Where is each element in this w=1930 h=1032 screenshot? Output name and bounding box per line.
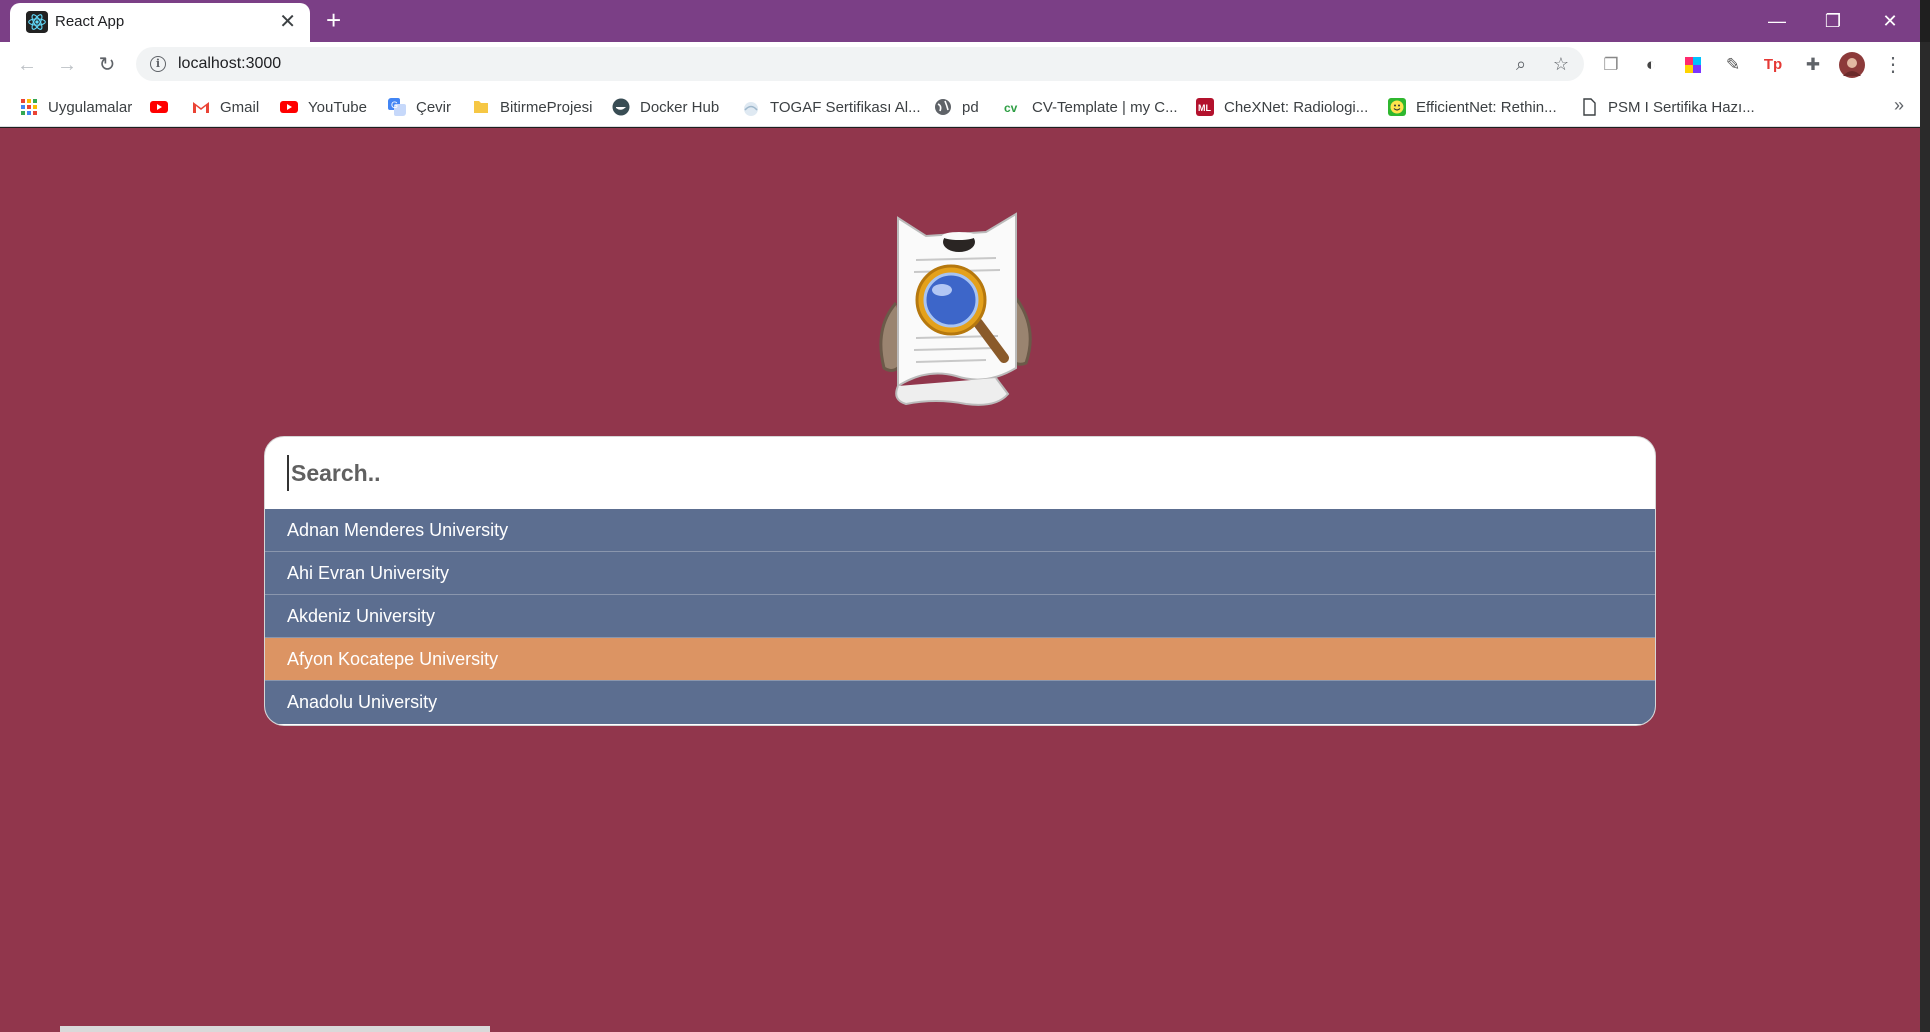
bookmark-star-icon[interactable]: ☆ xyxy=(1550,53,1572,75)
bookmark-label: EfficientNet: Rethin... xyxy=(1416,98,1557,116)
gmail-icon xyxy=(193,102,209,113)
bookmark-item[interactable]: EfficientNet: Rethin... xyxy=(1388,96,1557,118)
list-item[interactable]: Adnan Menderes University xyxy=(265,509,1655,552)
list-item-highlighted[interactable]: Afyon Kocatepe University xyxy=(265,638,1655,681)
bookmark-item[interactable]: YouTube xyxy=(280,96,367,118)
togaf-icon xyxy=(744,102,758,116)
results-list: Adnan Menderes University Ahi Evran Univ… xyxy=(265,509,1655,724)
window-edge xyxy=(1920,42,1930,1032)
bookmark-item[interactable]: Uygulamalar xyxy=(20,96,132,118)
tab-close-icon[interactable]: ✕ xyxy=(279,12,296,32)
bookmark-label: Uygulamalar xyxy=(48,98,133,116)
bookmark-item[interactable]: Gmail xyxy=(192,96,259,118)
minimize-button[interactable]: — xyxy=(1755,6,1799,36)
tab-title: React App xyxy=(55,13,125,30)
browser-title-bar: React App ✕ + — ❐ ✕ xyxy=(0,0,1920,42)
svg-text:ML: ML xyxy=(1198,103,1211,113)
svg-text:cv: cv xyxy=(1004,101,1018,115)
docker-icon xyxy=(612,98,630,116)
more-bookmarks-icon[interactable]: » xyxy=(1894,95,1904,116)
bookmark-label: TOGAF Sertifikası Al... xyxy=(770,98,921,116)
extension-color-icon[interactable] xyxy=(1680,52,1706,78)
extension-copy-icon[interactable]: ❐ xyxy=(1598,52,1624,78)
bookmark-label: BitirmeProjesi xyxy=(500,98,593,116)
bookmark-item[interactable]: TOGAF Sertifikası Al... xyxy=(742,96,921,118)
youtube-icon xyxy=(150,101,168,113)
bookmark-item[interactable]: pd xyxy=(934,96,979,118)
forward-icon[interactable]: → xyxy=(54,52,80,78)
reload-icon[interactable]: ↻ xyxy=(94,52,120,78)
bookmark-item[interactable]: Docker Hub xyxy=(612,96,719,118)
browser-tab[interactable]: React App ✕ xyxy=(10,3,310,42)
extension-tp-icon[interactable]: Tp xyxy=(1760,52,1786,78)
bookmark-item[interactable]: cv CV-Template | my C... xyxy=(1004,96,1178,118)
zoom-icon[interactable]: ⌕ xyxy=(1510,53,1532,75)
profile-avatar[interactable] xyxy=(1839,52,1865,78)
address-bar[interactable]: i localhost:3000 ⌕ ☆ xyxy=(136,47,1584,81)
list-item[interactable]: Akdeniz University xyxy=(265,595,1655,638)
site-info-icon[interactable]: i xyxy=(150,56,166,72)
translate-icon: G xyxy=(388,98,406,116)
bookmark-label: YouTube xyxy=(308,98,367,116)
browser-toolbar: ← → ↻ i localhost:3000 ⌕ ☆ ❐ ◐ ✎ Tp ✚ ⋮ xyxy=(0,42,1920,87)
new-tab-button[interactable]: + xyxy=(326,7,341,33)
search-input-container xyxy=(265,437,1655,509)
bookmark-item[interactable] xyxy=(150,96,178,118)
bookmark-item[interactable]: ML CheXNet: Radiologi... xyxy=(1196,96,1368,118)
url-text: localhost:3000 xyxy=(178,55,282,72)
bookmark-item[interactable]: BitirmeProjesi xyxy=(472,96,593,118)
search-document-mascot-icon xyxy=(879,212,1032,406)
bookmark-item[interactable]: PSM I Sertifika Hazı... xyxy=(1580,96,1755,118)
bookmark-label: CheXNet: Radiologi... xyxy=(1224,98,1369,116)
extension-circle-icon[interactable]: ◐ xyxy=(1638,52,1664,78)
cv-icon: cv xyxy=(1004,101,1018,115)
bookmark-label: CV-Template | my C... xyxy=(1032,98,1178,116)
bookmark-label: Gmail xyxy=(220,98,260,116)
bookmark-label: pd xyxy=(962,98,979,116)
taskbar-indicator xyxy=(60,1026,490,1032)
svg-text:G: G xyxy=(391,100,398,110)
apps-grid-icon xyxy=(21,99,37,115)
bookmark-item[interactable]: G Çevir xyxy=(388,96,451,118)
back-icon[interactable]: ← xyxy=(14,52,40,78)
list-item[interactable]: Anadolu University xyxy=(265,681,1655,724)
list-item[interactable]: Ahi Evran University xyxy=(265,552,1655,595)
search-input[interactable] xyxy=(287,455,1587,491)
bookmark-label: Docker Hub xyxy=(640,98,720,116)
bookmark-label: Çevir xyxy=(416,98,452,116)
globe-icon xyxy=(935,99,951,115)
page-icon xyxy=(1583,98,1596,116)
eyedropper-icon[interactable]: ✎ xyxy=(1720,52,1746,78)
avatar-icon xyxy=(1839,52,1865,78)
smiley-icon xyxy=(1388,98,1406,116)
bookmarks-bar: Uygulamalar Gmail YouTube G Çevir Bitirm… xyxy=(0,87,1920,127)
ml-icon: ML xyxy=(1196,98,1214,116)
bookmark-label: PSM I Sertifika Hazı... xyxy=(1608,98,1755,116)
search-panel: Adnan Menderes University Ahi Evran Univ… xyxy=(264,436,1656,726)
close-window-button[interactable]: ✕ xyxy=(1868,6,1912,36)
menu-kebab-icon[interactable]: ⋮ xyxy=(1880,52,1906,78)
extensions-puzzle-icon[interactable]: ✚ xyxy=(1800,52,1826,78)
restore-button[interactable]: ❐ xyxy=(1811,6,1855,36)
folder-icon xyxy=(474,101,488,113)
react-icon xyxy=(26,11,48,33)
youtube-icon xyxy=(280,101,298,113)
